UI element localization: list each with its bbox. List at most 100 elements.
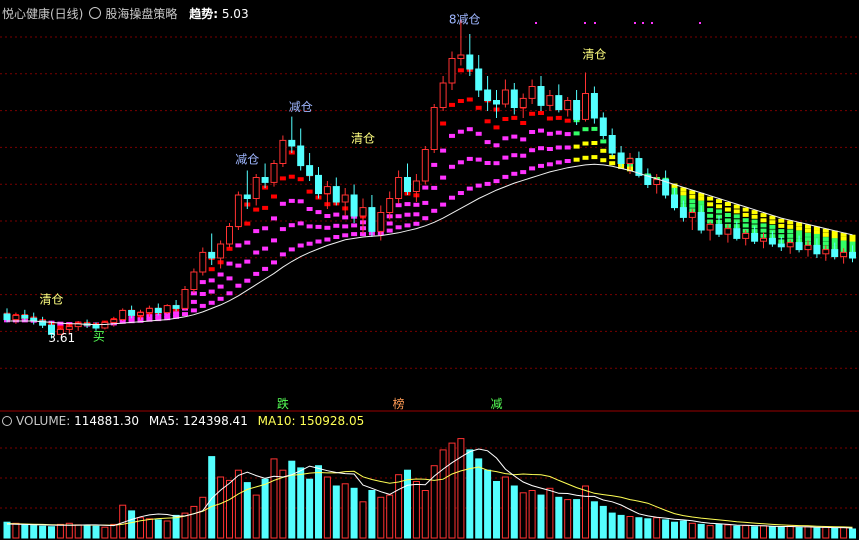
ribbon-segment <box>395 214 402 219</box>
ribbon-segment <box>226 261 233 266</box>
ribbon-segment <box>208 289 215 294</box>
ribbon-segment <box>511 171 518 176</box>
gear-icon[interactable] <box>2 416 12 426</box>
ribbon-segment <box>582 127 589 132</box>
ribbon-segment <box>733 214 740 219</box>
ribbon-segment <box>217 272 224 277</box>
candle-body <box>786 242 794 248</box>
candle-body <box>493 100 500 105</box>
stock-name[interactable]: 悦心健康(日线) <box>2 7 83 21</box>
candle-body <box>688 212 696 218</box>
ribbon-segment <box>573 144 580 149</box>
ribbon-segment <box>386 221 393 226</box>
volume-bar <box>288 460 296 539</box>
volume-bar <box>715 523 723 539</box>
ribbon-segment <box>529 111 536 116</box>
ribbon-segment <box>404 202 411 207</box>
ribbon-segment <box>342 233 349 238</box>
ribbon-segment <box>707 196 714 201</box>
volume-bar <box>777 526 785 539</box>
ribbon-segment <box>288 247 295 252</box>
volume-bar <box>110 523 118 539</box>
ribbon-segment <box>600 148 607 153</box>
top-dot <box>535 22 537 24</box>
ribbon-segment <box>840 236 847 241</box>
ribbon-segment <box>538 163 544 168</box>
candle-body <box>475 68 483 91</box>
ribbon-segment <box>840 244 847 249</box>
ribbon-segment <box>271 238 277 243</box>
candle-body <box>119 310 127 321</box>
volume-bar <box>813 527 821 539</box>
ribbon-segment <box>466 186 473 191</box>
candle-body <box>199 251 207 273</box>
candle-body <box>181 289 189 309</box>
ribbon-segment <box>502 117 509 121</box>
volume-bar <box>368 490 376 539</box>
ribbon-segment <box>769 220 776 225</box>
ribbon-segment <box>315 239 322 244</box>
ribbon-segment <box>724 213 731 217</box>
ribbon-segment <box>288 223 295 228</box>
ribbon-segment <box>564 118 571 123</box>
ribbon-segment <box>333 212 340 217</box>
volume-bar <box>626 516 634 539</box>
ribbon-segment <box>849 241 856 246</box>
ribbon-segment <box>297 177 304 182</box>
ribbon-segment <box>742 207 749 212</box>
volume-bar <box>297 467 305 539</box>
candle-body <box>101 321 109 329</box>
ribbon-segment <box>413 202 420 207</box>
volume-bar <box>733 525 741 539</box>
volume-bar <box>395 474 403 539</box>
ribbon-segment <box>253 271 260 276</box>
ribbon-segment <box>707 213 714 218</box>
ribbon-segment <box>475 183 482 188</box>
volume-bar <box>679 520 687 539</box>
candle-body <box>679 207 687 218</box>
volume-bar <box>145 518 153 539</box>
ribbon-segment <box>457 129 464 134</box>
volume-bar <box>101 526 109 539</box>
ribbon-segment <box>279 252 286 257</box>
ribbon-segment <box>306 189 313 194</box>
ribbon-segment <box>555 160 562 165</box>
volume-bar <box>128 510 136 539</box>
volume-bar <box>751 526 759 539</box>
ribbon-segment <box>217 284 224 289</box>
ribbon-segment <box>404 223 411 228</box>
volume-bar <box>724 524 732 539</box>
candle-body <box>760 237 767 242</box>
ribbon-segment <box>244 221 251 226</box>
ribbon-segment <box>813 233 820 238</box>
volume-bar <box>697 523 705 539</box>
volume-bar <box>172 514 180 539</box>
gear-icon[interactable] <box>89 7 102 19</box>
volume-bar <box>421 490 429 539</box>
ribbon-segment <box>493 161 500 166</box>
ribbon-segment <box>279 227 286 232</box>
volume-bar <box>635 517 643 539</box>
signal-label: 减 <box>491 397 503 411</box>
volume-bar <box>644 518 652 539</box>
ribbon-segment <box>716 199 722 204</box>
ribbon-segment <box>271 216 277 221</box>
volume-bar <box>315 465 322 539</box>
candle-body <box>21 314 29 319</box>
candle-body <box>386 198 394 213</box>
ribbon-segment <box>591 155 598 160</box>
candle-body <box>368 207 376 232</box>
ribbon-segment <box>413 212 420 217</box>
candle-body <box>457 54 465 59</box>
volume-bar <box>653 517 661 539</box>
ribbon-segment <box>787 233 794 238</box>
volume-bar <box>466 449 474 539</box>
ribbon-segment <box>493 143 500 148</box>
volume-bar <box>662 519 670 539</box>
ribbon-segment <box>351 223 358 228</box>
candle-body <box>840 251 848 258</box>
volume-bar <box>599 505 607 539</box>
indicator-name[interactable]: 股海操盘策略 <box>105 7 177 21</box>
candle-body <box>92 324 100 329</box>
ribbon-segment <box>760 223 767 228</box>
